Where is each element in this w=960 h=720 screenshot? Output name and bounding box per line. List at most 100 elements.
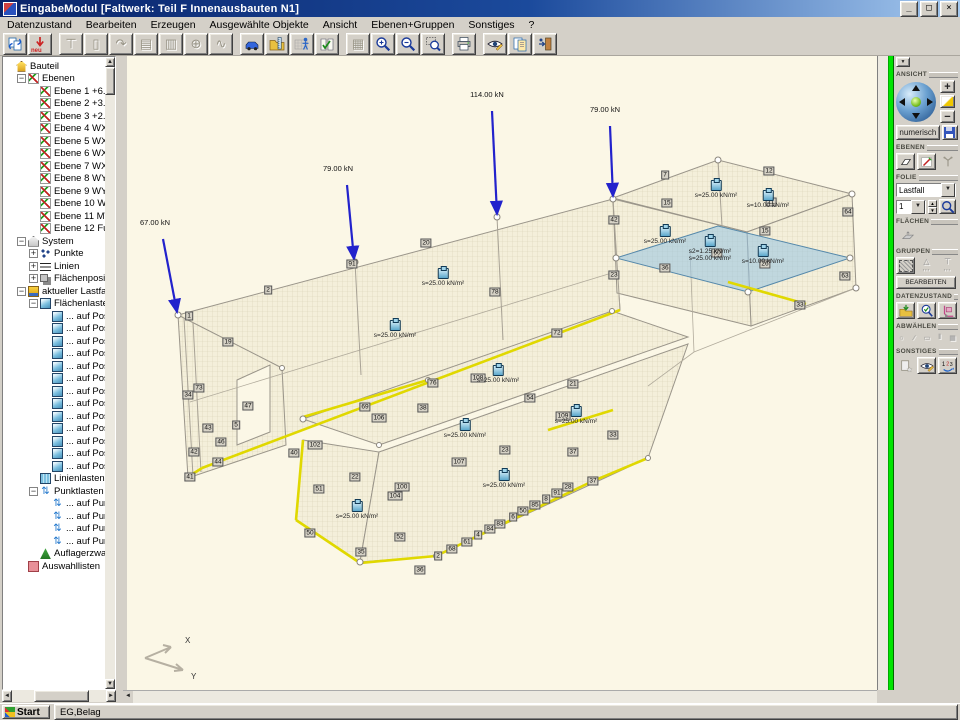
beenden-button[interactable] bbox=[533, 33, 557, 55]
tree-item[interactable]: ... auf Pos. 1 bbox=[3, 448, 105, 461]
tree-item[interactable]: ... auf Pos. 1 bbox=[3, 348, 105, 361]
viewport-3d[interactable]: X Y 121934734346424441475209178727610854… bbox=[127, 56, 877, 690]
canvas-horizontal-scrollbar[interactable]: ◄ bbox=[123, 690, 877, 703]
tree-item[interactable]: Auflagerzwangs bbox=[3, 548, 105, 561]
ebene-bearbeiten-button[interactable] bbox=[917, 153, 936, 170]
tree-item[interactable]: ... auf Pos. 1 bbox=[3, 335, 105, 348]
scroll-down-icon[interactable]: ▼ bbox=[105, 679, 115, 689]
expand-icon[interactable]: + bbox=[29, 274, 38, 283]
datenzustand-wechseln-button[interactable] bbox=[3, 33, 27, 55]
maximize-button[interactable]: □ bbox=[920, 1, 938, 17]
menu-ebenen-gruppen[interactable]: Ebenen+Gruppen bbox=[364, 18, 461, 32]
normen-buch-button[interactable] bbox=[315, 33, 339, 55]
zoom-in-button[interactable]: + bbox=[940, 80, 955, 93]
tree-item[interactable]: ... auf Punkt bbox=[3, 498, 105, 511]
rotate-up-icon[interactable] bbox=[912, 85, 920, 91]
collapse-icon[interactable]: − bbox=[17, 74, 26, 83]
close-button[interactable]: × bbox=[940, 1, 958, 17]
tree-item[interactable]: Ebene 6 WX3 bbox=[3, 148, 105, 161]
zoom-out-button[interactable]: − bbox=[940, 110, 955, 123]
tree-item[interactable]: Ebene 1 +6.0m bbox=[3, 85, 105, 98]
menu-?[interactable]: ? bbox=[522, 18, 542, 32]
tree-vertical-scrollbar[interactable]: ▲ ▼ bbox=[105, 57, 115, 689]
scroll-left-icon[interactable]: ◄ bbox=[2, 690, 12, 702]
tree-item[interactable]: ... auf Pos. 1 bbox=[3, 460, 105, 473]
dokumente-button[interactable] bbox=[508, 33, 532, 55]
darstellung-button[interactable] bbox=[917, 357, 936, 374]
collapse-icon[interactable]: − bbox=[29, 487, 38, 496]
tree-item[interactable]: ... auf Pos. 3 bbox=[3, 323, 105, 336]
tree-item[interactable]: Ebene 11 MW1 bbox=[3, 210, 105, 223]
tree-item[interactable]: −Ebenen bbox=[3, 73, 105, 86]
scroll-right-icon[interactable]: ► bbox=[106, 690, 116, 702]
tree-item[interactable]: ... auf Pos. 6 bbox=[3, 385, 105, 398]
minimize-button[interactable]: _ bbox=[900, 1, 918, 17]
tree-item[interactable]: ... auf Pos. 1 bbox=[3, 410, 105, 423]
tree-horizontal-scrollbar[interactable]: ◄ ► bbox=[2, 690, 116, 702]
tree-item[interactable]: +Flächenposition bbox=[3, 273, 105, 286]
neu-button[interactable]: neu bbox=[28, 33, 52, 55]
tree-item[interactable]: −aktueller Lastfall bbox=[3, 285, 105, 298]
numerisch-button[interactable]: numerisch bbox=[896, 125, 940, 140]
scrollbar-thumb[interactable] bbox=[34, 690, 89, 702]
daten-einlesen-button[interactable] bbox=[896, 302, 915, 319]
folie-search-button[interactable] bbox=[939, 199, 956, 214]
tree-item[interactable]: Bauteil bbox=[3, 60, 105, 73]
tree-item[interactable]: Ebene 9 WY2 bbox=[3, 185, 105, 198]
tree-item[interactable]: Ebene 3 +2.70 bbox=[3, 110, 105, 123]
save-view-button[interactable] bbox=[942, 125, 958, 140]
menu-ansicht[interactable]: Ansicht bbox=[316, 18, 364, 32]
tree-item[interactable]: ... auf Pos. 2 bbox=[3, 310, 105, 323]
tree-item[interactable]: Ebene 2 +3.0m bbox=[3, 98, 105, 111]
folie-type-select[interactable]: Lastfall ▼ bbox=[896, 183, 956, 197]
tree-item[interactable]: Ebene 5 WX2 bbox=[3, 135, 105, 148]
rotate-down-icon[interactable] bbox=[912, 113, 920, 119]
canvas-vertical-scrollbar[interactable] bbox=[877, 56, 888, 690]
menu-bearbeiten[interactable]: Bearbeiten bbox=[79, 18, 144, 32]
daten-transport-button[interactable] bbox=[938, 302, 957, 319]
collapse-icon[interactable]: − bbox=[17, 287, 26, 296]
scroll-left-icon[interactable]: ◄ bbox=[123, 691, 133, 703]
collapse-icon[interactable]: − bbox=[17, 237, 26, 246]
chevron-down-icon[interactable]: ▼ bbox=[941, 183, 955, 197]
menu-ausgew-hlte-objekte[interactable]: Ausgewählte Objekte bbox=[203, 18, 316, 32]
tree-item[interactable]: ... auf Pos. 7 bbox=[3, 398, 105, 411]
expand-icon[interactable]: + bbox=[29, 262, 38, 271]
gruppen-auswahl-button[interactable] bbox=[896, 257, 915, 274]
tree-item[interactable]: Ebene 8 WY1 bbox=[3, 173, 105, 186]
tree-item[interactable]: +Linien bbox=[3, 260, 105, 273]
tree-item[interactable]: −Punktlasten bbox=[3, 485, 105, 498]
tree-item[interactable]: Linienlasten bbox=[3, 473, 105, 486]
tree-item[interactable]: Auswahllisten bbox=[3, 560, 105, 573]
scrollbar-thumb[interactable] bbox=[105, 67, 115, 95]
folie-number-select[interactable]: 1 ▼ bbox=[896, 200, 926, 214]
tree-item[interactable]: Ebene 7 WX4 bbox=[3, 160, 105, 173]
lasten-ordner-button[interactable] bbox=[265, 33, 289, 55]
tree-item[interactable]: ... auf Punkt bbox=[3, 523, 105, 536]
tree-item[interactable]: Ebene 12 Funda bbox=[3, 223, 105, 236]
tree-item[interactable]: −System bbox=[3, 235, 105, 248]
chevron-down-icon[interactable]: ▼ bbox=[911, 200, 925, 214]
folie-spinner[interactable]: ▲▼ bbox=[928, 200, 937, 214]
expand-icon[interactable]: + bbox=[29, 249, 38, 258]
tree-item[interactable]: ... auf Pos. 1 bbox=[3, 373, 105, 386]
zoom-out-button[interactable] bbox=[396, 33, 420, 55]
fahrzeuglast-button[interactable] bbox=[240, 33, 264, 55]
taskbar-item[interactable]: EG,Belag bbox=[54, 704, 958, 720]
spin-down-icon[interactable]: ▼ bbox=[928, 207, 937, 214]
tree-item[interactable]: Ebene 10 WY3 bbox=[3, 198, 105, 211]
flaechenlast-person-button[interactable] bbox=[290, 33, 314, 55]
tree-item[interactable]: ... auf Pos. 9 bbox=[3, 423, 105, 436]
shading-toggle-button[interactable] bbox=[940, 95, 955, 108]
rotate-center-icon[interactable] bbox=[911, 97, 921, 107]
ansicht-stift-button[interactable] bbox=[483, 33, 507, 55]
panel-options-button[interactable]: ▼ bbox=[896, 57, 910, 67]
rotate-left-icon[interactable] bbox=[899, 98, 905, 106]
scroll-up-icon[interactable]: ▲ bbox=[105, 57, 115, 67]
tree-item[interactable]: ... auf Punkt bbox=[3, 535, 105, 548]
tree-item[interactable]: −Flächenlasten bbox=[3, 298, 105, 311]
spin-up-icon[interactable]: ▲ bbox=[928, 200, 937, 207]
view-rotate-control[interactable] bbox=[896, 82, 936, 122]
tree-item[interactable]: ... auf Pos. 8 bbox=[3, 435, 105, 448]
tree-item[interactable]: ... auf Pos. 4 bbox=[3, 360, 105, 373]
